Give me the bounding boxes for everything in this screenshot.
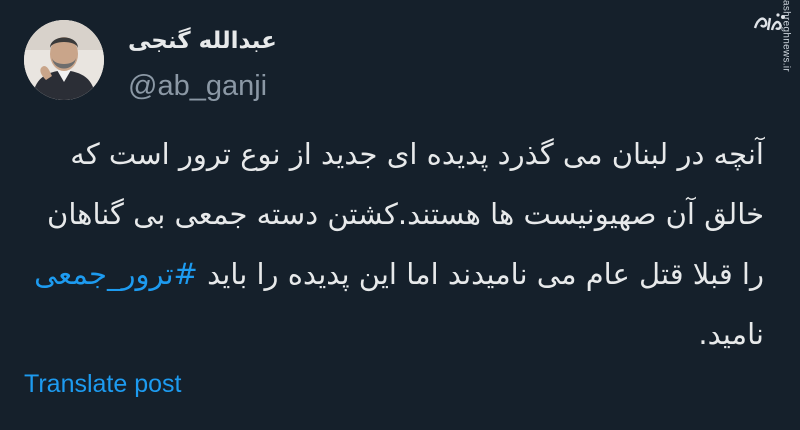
watermark-site: mashreghnews.ir (781, 0, 792, 72)
avatar[interactable] (24, 20, 104, 100)
tweet-text: آنچه در لبنان می گذرد پدیده ای جدید از ن… (24, 124, 764, 364)
user-handle[interactable]: @ab_ganji (128, 70, 267, 103)
translate-post-link[interactable]: Translate post (24, 370, 181, 399)
tweet-header: عبدالله گنجی @ab_ganji (24, 20, 740, 103)
hashtag-link[interactable]: #ترور_جمعی (34, 257, 198, 291)
tweet-body-end: نامید. (698, 317, 764, 351)
display-name[interactable]: عبدالله گنجی (128, 28, 277, 54)
watermark: mashreghnews.ir (748, 0, 792, 120)
profile-photo-icon (24, 20, 104, 100)
